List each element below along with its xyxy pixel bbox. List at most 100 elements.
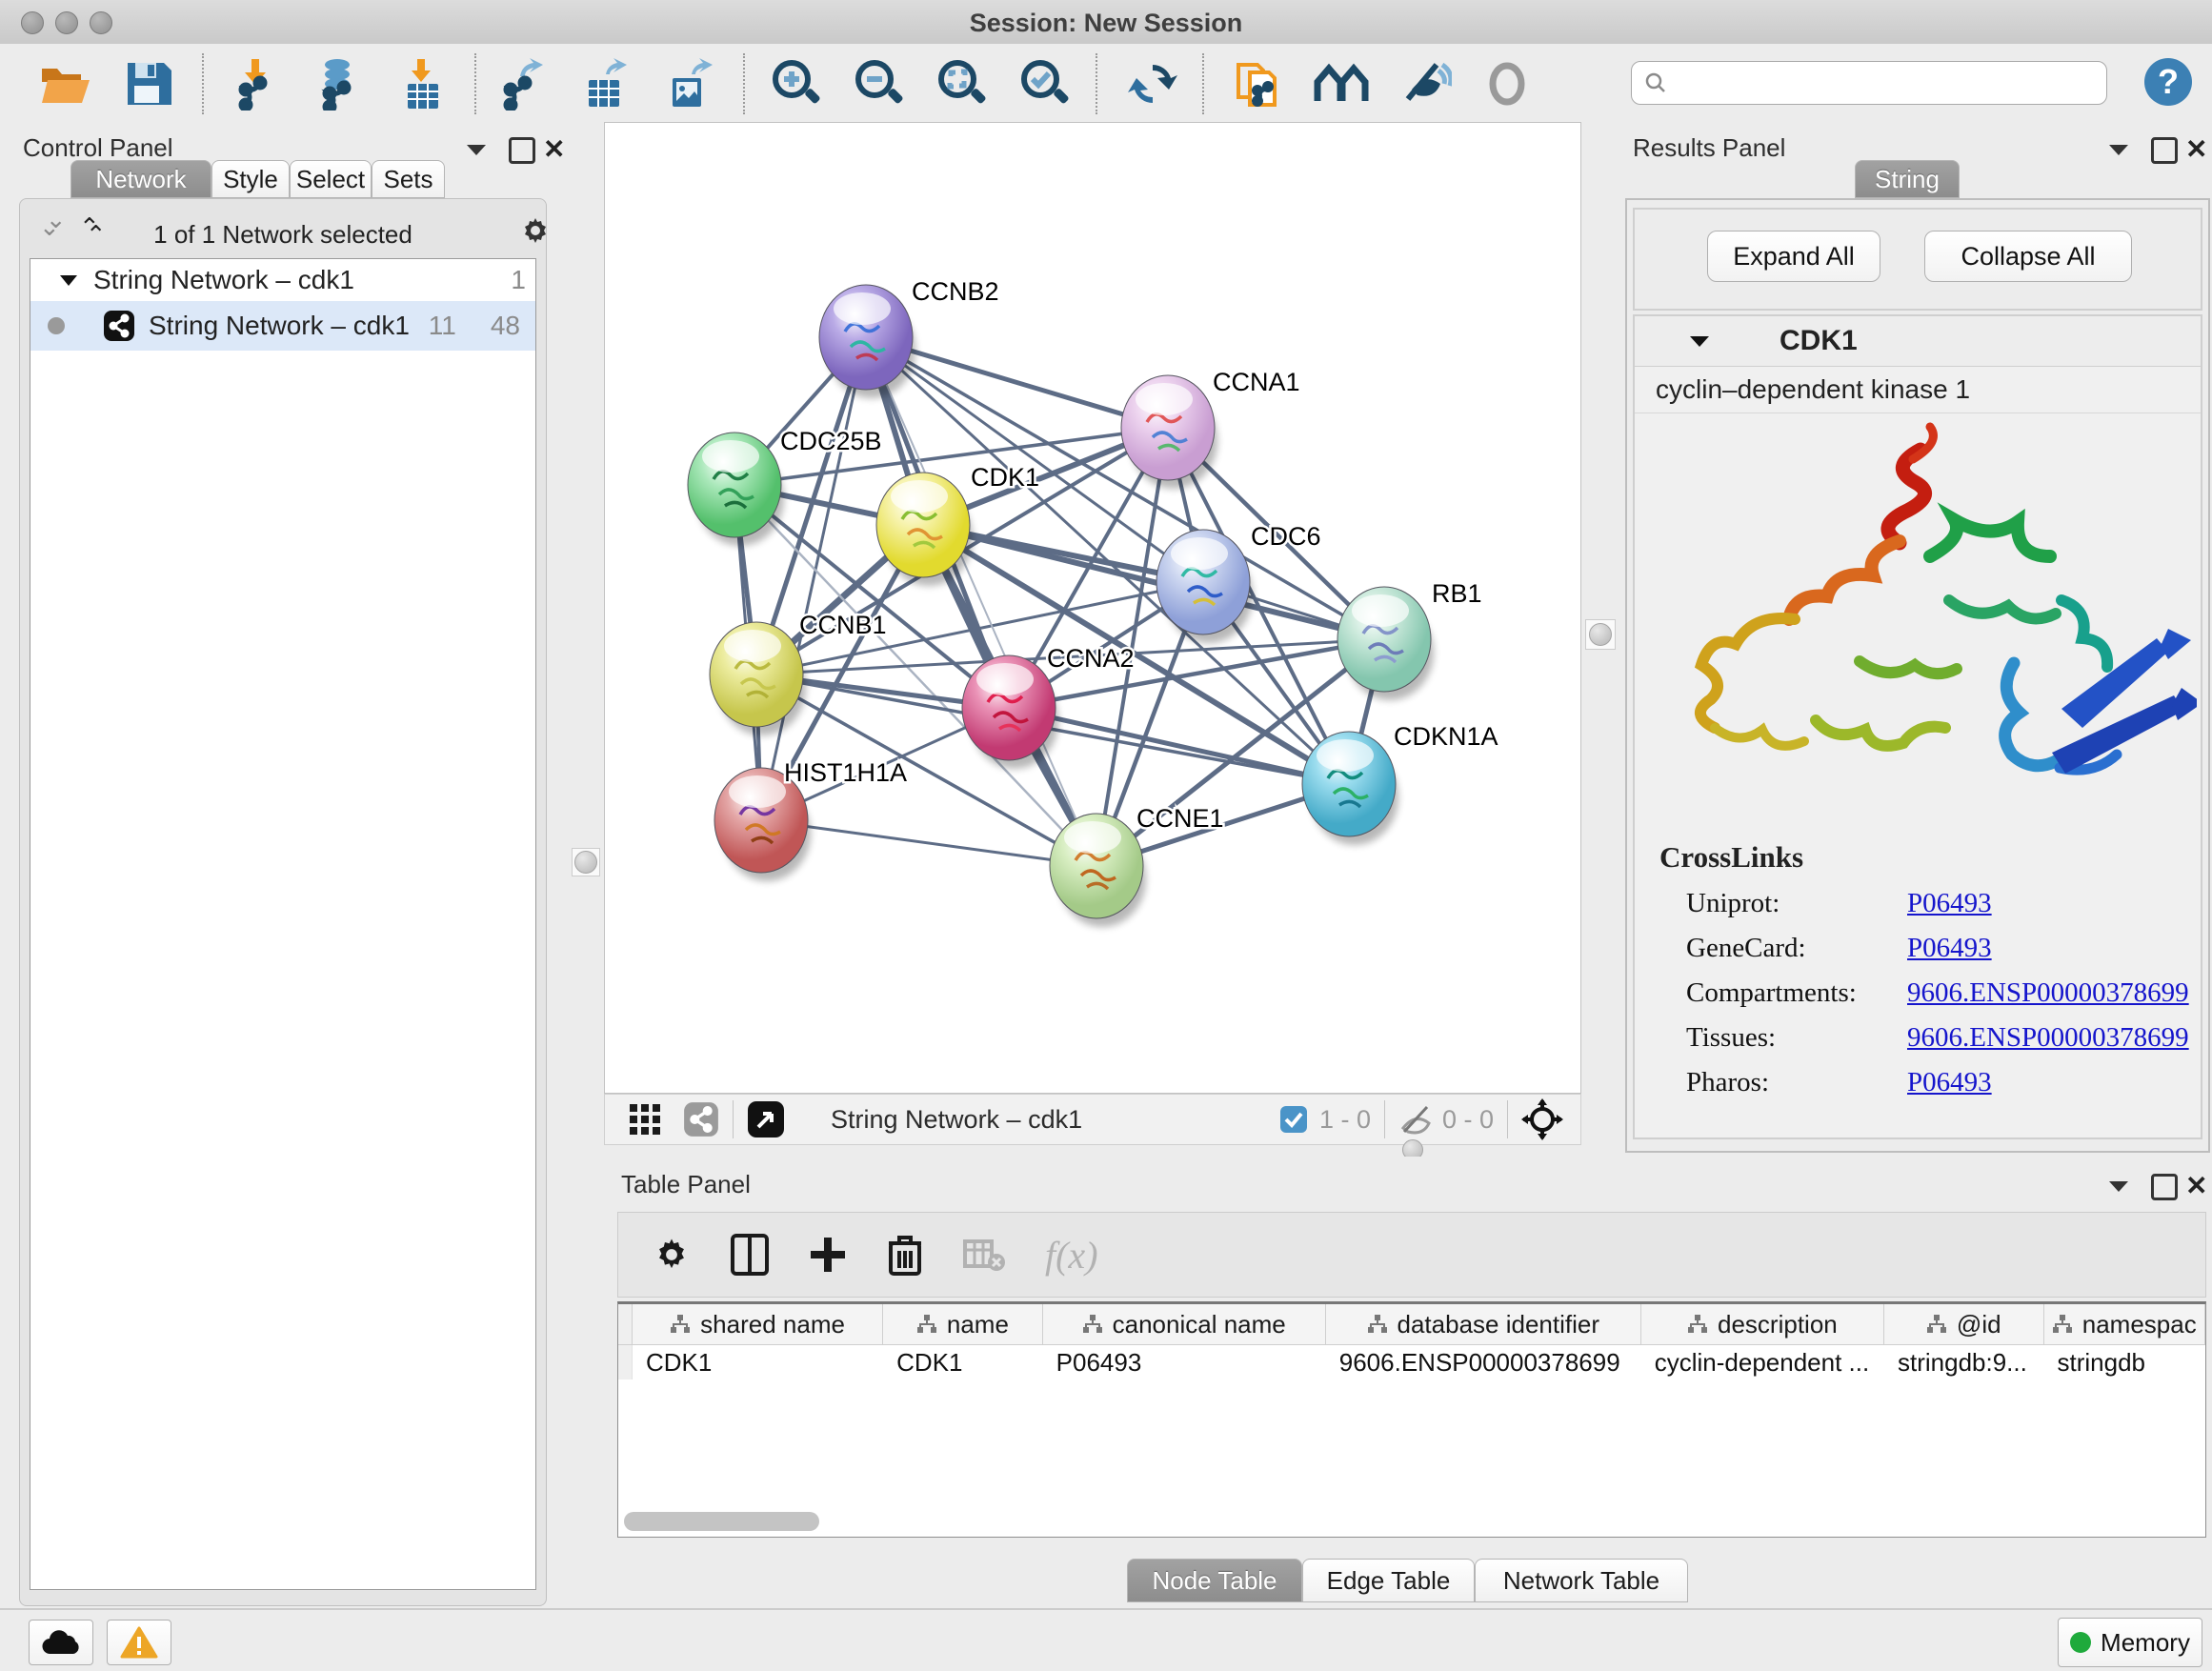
table-cell[interactable]: stringdb:9...: [1884, 1345, 2044, 1379]
first-neighbors-icon[interactable]: [1313, 55, 1370, 112]
results-scroll-area[interactable]: CDK1 cyclin–dependent kinase 1: [1633, 314, 2202, 1139]
show-all-icon[interactable]: [1478, 55, 1536, 112]
tab-network[interactable]: Network: [70, 160, 211, 198]
network-collection-row[interactable]: String Network – cdk1 1: [30, 259, 535, 301]
cloud-button[interactable]: [29, 1620, 93, 1665]
results-panel-menu-icon[interactable]: [2107, 141, 2130, 161]
column-header-shared-name[interactable]: shared name: [633, 1304, 883, 1344]
hide-selection-icon[interactable]: [1397, 55, 1454, 112]
crosslink-link[interactable]: P06493: [1907, 1067, 1992, 1098]
control-panel-close-icon[interactable]: ✕: [543, 133, 565, 165]
import-network-file-icon[interactable]: [227, 55, 284, 112]
grid-view-icon[interactable]: [628, 1102, 662, 1137]
control-panel-menu-icon[interactable]: [465, 141, 488, 161]
right-splitter-handle[interactable]: [1585, 619, 1616, 650]
table-cell[interactable]: CDK1: [633, 1345, 883, 1379]
refresh-icon[interactable]: [1124, 55, 1181, 112]
node-table[interactable]: shared namenamecanonical namedatabase id…: [617, 1301, 2206, 1538]
node-CCNB1[interactable]: CCNB1: [710, 611, 887, 735]
tab-style[interactable]: Style: [211, 160, 290, 198]
table-panel-float-icon[interactable]: [2151, 1174, 2178, 1200]
gene-entry-header[interactable]: CDK1: [1635, 316, 2201, 367]
network-panel-body: ⌄⌄ ⌃⌃ 1 of 1 Network selected String Net…: [19, 198, 547, 1606]
tab-sets[interactable]: Sets: [372, 160, 445, 198]
right-splitter[interactable]: [1581, 122, 1621, 1157]
results-panel-float-icon[interactable]: [2151, 137, 2178, 164]
tab-select[interactable]: Select: [290, 160, 372, 198]
tab-string[interactable]: String: [1855, 160, 1960, 198]
node-CCNB2[interactable]: CCNB2: [819, 277, 999, 398]
crosslink-link[interactable]: P06493: [1907, 933, 1992, 964]
network-view-icon[interactable]: [683, 1101, 719, 1137]
crosslink-link[interactable]: 9606.ENSP00000378699: [1907, 1022, 2189, 1054]
table-cell[interactable]: P06493: [1043, 1345, 1326, 1379]
toolbar-search[interactable]: [1631, 61, 2107, 105]
crosslink-link[interactable]: 9606.ENSP00000378699: [1907, 977, 2189, 1009]
zoom-selected-icon[interactable]: [1016, 55, 1074, 112]
table-panel-close-icon[interactable]: ✕: [2185, 1170, 2207, 1201]
edge-HIST1H1A-CCNE1[interactable]: [761, 820, 1096, 866]
node-CDC6[interactable]: CDC6: [1156, 522, 1321, 643]
memory-button[interactable]: Memory: [2058, 1618, 2202, 1667]
node-RB1[interactable]: RB1: [1337, 579, 1482, 700]
add-column-icon[interactable]: [809, 1236, 847, 1274]
column-header-canonical-name[interactable]: canonical name: [1043, 1304, 1326, 1344]
table-cell[interactable]: 9606.ENSP00000378699: [1326, 1345, 1641, 1379]
collection-expand-icon[interactable]: [59, 272, 80, 288]
table-row[interactable]: CDK1CDK1P064939606.ENSP00000378699cyclin…: [618, 1345, 2205, 1379]
gene-collapse-icon[interactable]: [1688, 333, 1711, 349]
node-CCNE1[interactable]: CCNE1: [1050, 804, 1224, 927]
network-graph[interactable]: CCNB2 CCNA1 CDC25B: [605, 123, 1580, 1093]
search-input[interactable]: [1668, 69, 2072, 97]
results-button-bar: Expand All Collapse All: [1633, 208, 2202, 311]
left-splitter[interactable]: [564, 122, 604, 1608]
show-columns-icon[interactable]: [731, 1234, 769, 1276]
import-table-icon[interactable]: [394, 55, 452, 112]
control-panel-float-icon[interactable]: [509, 137, 535, 164]
delete-column-icon[interactable]: [887, 1234, 923, 1276]
zoom-fit-icon[interactable]: [934, 55, 991, 112]
open-session-icon[interactable]: [36, 55, 93, 112]
pan-crosshair-icon[interactable]: [1521, 1098, 1563, 1140]
column-header-name[interactable]: name: [883, 1304, 1043, 1344]
left-splitter-handle[interactable]: [572, 848, 600, 876]
selected-nodes-checkbox-icon[interactable]: [1279, 1105, 1308, 1134]
clone-network-icon[interactable]: [1229, 55, 1286, 112]
import-network-database-icon[interactable]: [311, 55, 368, 112]
export-network-icon[interactable]: [493, 55, 551, 112]
node-CCNA2[interactable]: CCNA2: [962, 644, 1135, 769]
column-header-namespac[interactable]: namespac: [2044, 1304, 2205, 1344]
node-CDK1[interactable]: CDK1: [876, 463, 1039, 586]
birds-eye-view-icon[interactable]: [747, 1100, 785, 1138]
collapse-all-button[interactable]: Collapse All: [1924, 231, 2132, 282]
tab-edge-table[interactable]: Edge Table: [1302, 1559, 1475, 1602]
table-cell[interactable]: stringdb: [2044, 1345, 2206, 1379]
table-settings-gear-icon[interactable]: [653, 1236, 691, 1274]
column-header-database-identifier[interactable]: database identifier: [1326, 1304, 1641, 1344]
crosslink-link[interactable]: P06493: [1907, 888, 1992, 919]
export-table-icon[interactable]: [577, 55, 634, 112]
table-hscrollbar-thumb[interactable]: [624, 1512, 819, 1531]
column-header--id[interactable]: @id: [1884, 1304, 2044, 1344]
table-panel-menu-icon[interactable]: [2107, 1178, 2130, 1198]
export-image-icon[interactable]: [661, 55, 718, 112]
warning-button[interactable]: [107, 1620, 171, 1665]
network-row-selected[interactable]: String Network – cdk1 11 48: [30, 301, 535, 351]
table-cell[interactable]: CDK1: [883, 1345, 1043, 1379]
zoom-in-icon[interactable]: [768, 55, 825, 112]
expand-all-button[interactable]: Expand All: [1707, 231, 1880, 282]
network-options-gear-icon[interactable]: [519, 214, 552, 252]
tab-network-table[interactable]: Network Table: [1475, 1559, 1688, 1602]
node-HIST1H1A[interactable]: HIST1H1A: [714, 758, 907, 881]
table-cell[interactable]: cyclin-dependent ...: [1641, 1345, 1884, 1379]
column-header-description[interactable]: description: [1641, 1304, 1884, 1344]
network-canvas[interactable]: CCNB2 CCNA1 CDC25B: [604, 122, 1581, 1094]
edge-CCNA2-CDKN1A[interactable]: [1009, 708, 1349, 784]
node-label-HIST1H1A: HIST1H1A: [784, 758, 907, 787]
tab-node-table[interactable]: Node Table: [1127, 1559, 1302, 1602]
save-session-icon[interactable]: [120, 55, 177, 112]
results-panel-close-icon[interactable]: ✕: [2185, 133, 2207, 165]
zoom-out-icon[interactable]: [851, 55, 908, 112]
help-icon[interactable]: ?: [2142, 55, 2195, 113]
node-CDKN1A[interactable]: CDKN1A: [1302, 722, 1498, 845]
